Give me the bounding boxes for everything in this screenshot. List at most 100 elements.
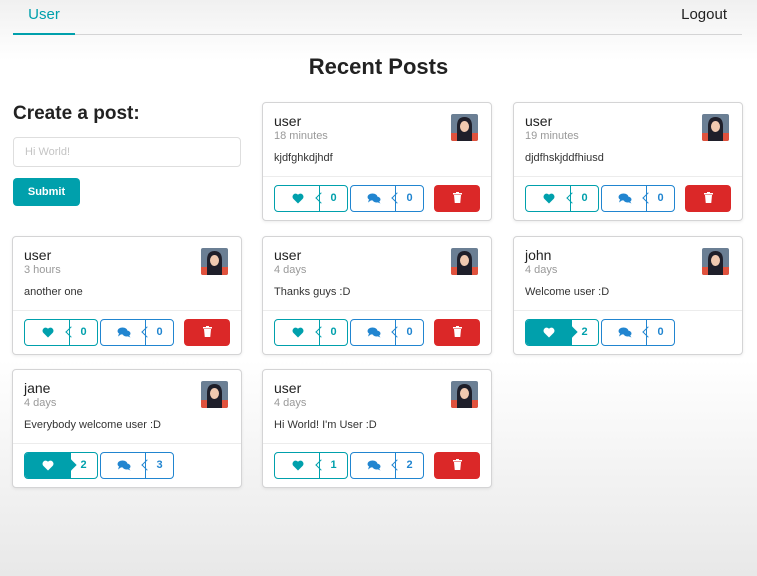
- like-count: 2: [69, 453, 97, 478]
- like-button[interactable]: 2: [525, 319, 599, 346]
- heart-icon: [526, 186, 572, 211]
- post-card: user 3 hours another one 0 0: [12, 236, 242, 355]
- delete-button[interactable]: [184, 319, 230, 346]
- comment-button[interactable]: 0: [100, 319, 174, 346]
- submit-button[interactable]: Submit: [13, 178, 80, 206]
- heart-icon: [275, 186, 321, 211]
- trash-icon: [452, 191, 462, 206]
- post-author: user: [525, 113, 553, 129]
- post-card: user 19 minutes djdfhskjddfhiusd 0 0: [513, 102, 743, 221]
- create-post-heading: Create a post:: [13, 103, 140, 124]
- comment-count: 0: [395, 186, 423, 211]
- comments-icon: [351, 186, 397, 211]
- trash-icon: [452, 458, 462, 473]
- comments-icon: [351, 453, 397, 478]
- post-time: 19 minutes: [525, 130, 579, 142]
- like-count: 0: [69, 320, 97, 345]
- post-card: user 18 minutes kjdfghkdjhdf 0 0: [262, 102, 492, 221]
- comment-count: 0: [395, 320, 423, 345]
- avatar: [451, 248, 478, 275]
- comment-count: 0: [646, 186, 674, 211]
- post-time: 3 hours: [24, 264, 61, 276]
- like-button[interactable]: 0: [274, 319, 348, 346]
- like-button[interactable]: 0: [525, 185, 599, 212]
- post-author: user: [274, 113, 302, 129]
- nav-user-tab[interactable]: User: [13, 0, 75, 35]
- heart-icon: [526, 320, 572, 345]
- post-time: 4 days: [525, 264, 558, 276]
- like-button[interactable]: 0: [274, 185, 348, 212]
- post-card: john 4 days Welcome user :D 2 0: [513, 236, 743, 355]
- card-divider: [263, 176, 491, 177]
- comment-count: 2: [395, 453, 423, 478]
- comment-button[interactable]: 0: [350, 185, 424, 212]
- comment-button[interactable]: 3: [100, 452, 174, 479]
- like-count: 0: [319, 186, 347, 211]
- comment-button[interactable]: 2: [350, 452, 424, 479]
- trash-icon: [703, 191, 713, 206]
- post-text: Everybody welcome user :D: [24, 419, 161, 431]
- post-text: Welcome user :D: [525, 286, 610, 298]
- post-input[interactable]: [13, 137, 241, 167]
- comment-count: 0: [646, 320, 674, 345]
- post-author: john: [525, 247, 552, 263]
- post-author: user: [24, 247, 52, 263]
- post-text: kjdfghkdjhdf: [274, 152, 333, 164]
- logout-link[interactable]: Logout: [681, 0, 727, 29]
- post-text: another one: [24, 286, 83, 298]
- post-text: Thanks guys :D: [274, 286, 351, 298]
- trash-icon: [452, 325, 462, 340]
- comments-icon: [101, 320, 147, 345]
- avatar: [702, 248, 729, 275]
- post-time: 4 days: [274, 264, 307, 276]
- delete-button[interactable]: [434, 185, 480, 212]
- comment-button[interactable]: 0: [601, 185, 675, 212]
- delete-button[interactable]: [685, 185, 731, 212]
- like-button[interactable]: 0: [24, 319, 98, 346]
- post-card: user 4 days Thanks guys :D 0 0: [262, 236, 492, 355]
- card-divider: [13, 443, 241, 444]
- avatar: [451, 381, 478, 408]
- card-divider: [514, 310, 742, 311]
- avatar: [702, 114, 729, 141]
- like-count: 1: [319, 453, 347, 478]
- comments-icon: [101, 453, 147, 478]
- card-divider: [514, 176, 742, 177]
- heart-icon: [25, 320, 71, 345]
- comments-icon: [602, 186, 648, 211]
- top-menu: User Logout: [13, 0, 742, 35]
- like-button[interactable]: 1: [274, 452, 348, 479]
- like-count: 0: [319, 320, 347, 345]
- comment-count: 3: [145, 453, 173, 478]
- post-card: user 4 days Hi World! I'm User :D 1 2: [262, 369, 492, 488]
- post-time: 18 minutes: [274, 130, 328, 142]
- comments-icon: [351, 320, 397, 345]
- comments-icon: [602, 320, 648, 345]
- comment-button[interactable]: 0: [601, 319, 675, 346]
- comment-button[interactable]: 0: [350, 319, 424, 346]
- like-count: 2: [570, 320, 598, 345]
- like-count: 0: [570, 186, 598, 211]
- post-author: user: [274, 247, 302, 263]
- post-author: user: [274, 380, 302, 396]
- post-author: jane: [24, 380, 51, 396]
- avatar: [451, 114, 478, 141]
- heart-icon: [275, 320, 321, 345]
- heart-icon: [275, 453, 321, 478]
- post-time: 4 days: [24, 397, 57, 409]
- post-text: Hi World! I'm User :D: [274, 419, 377, 431]
- heart-icon: [25, 453, 71, 478]
- avatar: [201, 248, 228, 275]
- post-text: djdfhskjddfhiusd: [525, 152, 604, 164]
- delete-button[interactable]: [434, 452, 480, 479]
- avatar: [201, 381, 228, 408]
- post-time: 4 days: [274, 397, 307, 409]
- post-card: jane 4 days Everybody welcome user :D 2 …: [12, 369, 242, 488]
- delete-button[interactable]: [434, 319, 480, 346]
- trash-icon: [202, 325, 212, 340]
- page-title: Recent Posts: [308, 54, 449, 79]
- card-divider: [13, 310, 241, 311]
- card-divider: [263, 310, 491, 311]
- like-button[interactable]: 2: [24, 452, 98, 479]
- card-divider: [263, 443, 491, 444]
